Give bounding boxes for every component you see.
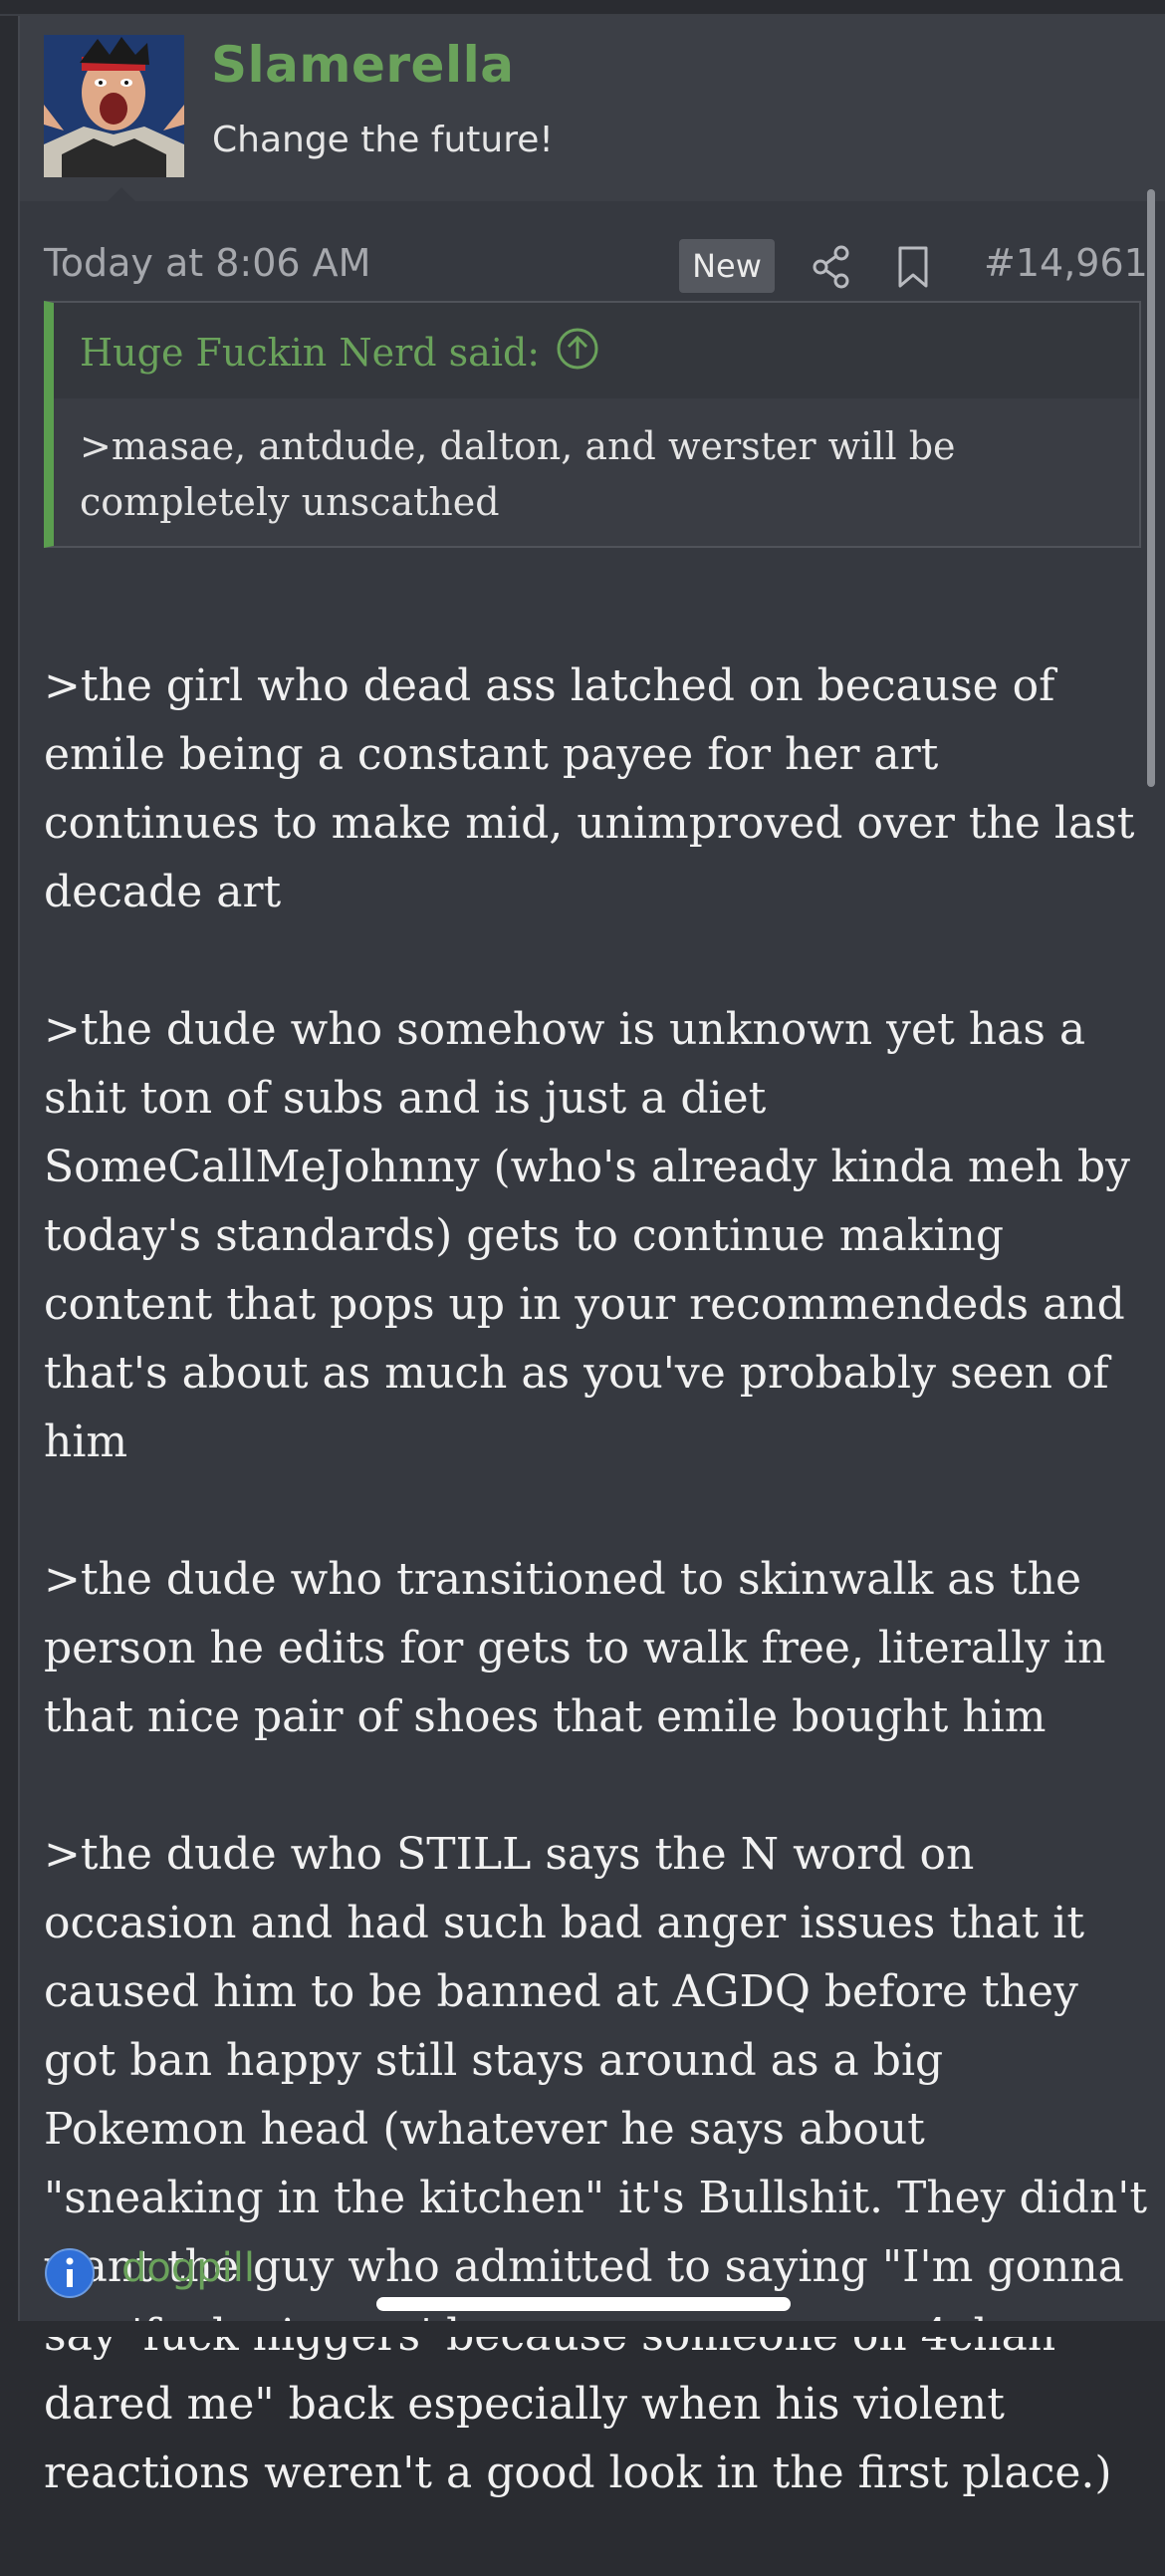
bottom-edge	[0, 2321, 1165, 2337]
arrow-up-circle-icon[interactable]	[556, 327, 599, 371]
bookmark-icon[interactable]	[896, 245, 930, 289]
quote-block: Huge Fuckin Nerd said: >masae, antdude, …	[44, 301, 1141, 548]
quote-header: Huge Fuckin Nerd said:	[54, 303, 1139, 398]
post-meta-row: Today at 8:06 AM New #14,961	[20, 201, 1165, 309]
post-author-header: Slamerella Change the future!	[20, 16, 1165, 201]
footer-user-link[interactable]: dogpill	[121, 2245, 255, 2291]
header-pointer	[108, 187, 135, 201]
top-edge	[0, 0, 1165, 16]
avatar[interactable]	[44, 35, 184, 177]
message-paragraph: >the dude who somehow is unknown yet has…	[44, 1004, 1131, 1467]
scrollbar[interactable]	[1147, 189, 1155, 787]
post-timestamp[interactable]: Today at 8:06 AM	[44, 241, 370, 285]
quote-author[interactable]: Huge Fuckin Nerd said:	[80, 331, 540, 375]
quote-text: >masae, antdude, dalton, and werster wil…	[80, 424, 956, 524]
info-icon	[45, 2248, 95, 2298]
share-icon[interactable]	[812, 245, 851, 289]
avatar-image	[44, 35, 184, 177]
author-user-title: Change the future!	[212, 120, 554, 160]
message-paragraph: >the dude who transitioned to skinwalk a…	[44, 1554, 1106, 1742]
forum-post: Slamerella Change the future! Today at 8…	[18, 16, 1165, 2498]
message-paragraph: >the girl who dead ass latched on becaus…	[44, 660, 1135, 917]
author-username[interactable]: Slamerella	[211, 36, 515, 94]
post-number-link[interactable]: #14,961	[984, 241, 1148, 285]
new-badge: New	[679, 239, 775, 293]
message-paragraph: >the dude who STILL says the N word on o…	[44, 1829, 1148, 2498]
home-indicator[interactable]	[376, 2297, 791, 2311]
post-footer: dogpill	[44, 2243, 442, 2303]
